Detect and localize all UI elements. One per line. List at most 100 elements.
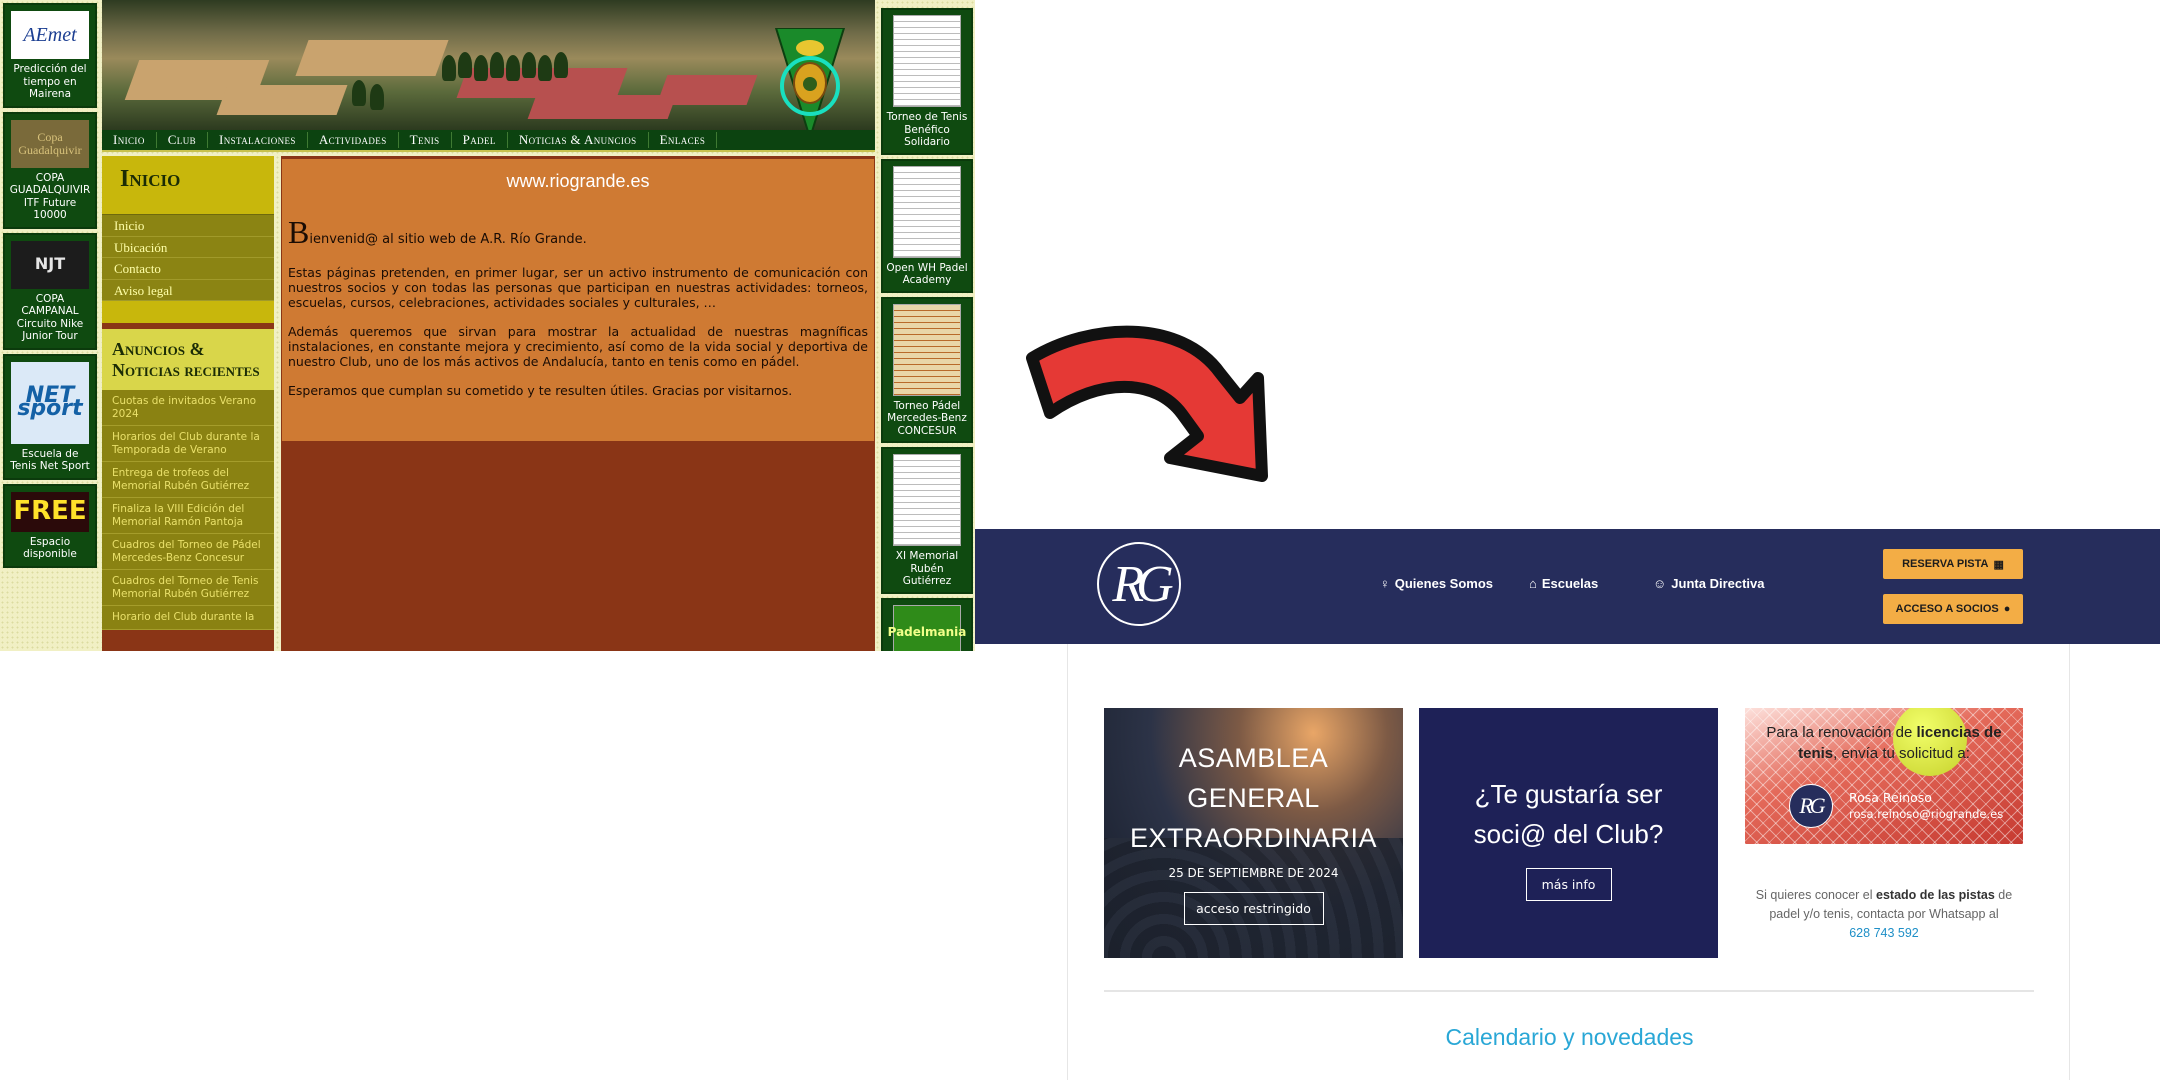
nav-inicio[interactable]: Inicio: [102, 132, 157, 148]
bracket-thumbnail: [893, 15, 961, 107]
mas-info-button[interactable]: más info: [1525, 868, 1612, 901]
nav-quienes-somos[interactable]: ♀ Quienes Somos: [1380, 576, 1493, 591]
news-heading: Anuncios & Noticias recientes: [112, 339, 260, 380]
sidebar-link-aviso-legal[interactable]: Aviso legal: [102, 280, 274, 301]
nav-label: Escuelas: [1541, 576, 1599, 591]
news-list: Cuotas de invitados Verano 2024 Horarios…: [102, 390, 274, 630]
news-item[interactable]: Entrega de trofeos del Memorial Rubén Gu…: [102, 462, 274, 498]
calendar-icon: ▦: [1993, 558, 2004, 571]
rg-mini-logo: RG: [1789, 784, 1833, 828]
asamblea-title: ASAMBLEA GENERAL EXTRAORDINARIA: [1104, 738, 1403, 858]
transition-arrow-icon: [1026, 325, 1268, 482]
title-line: ¿Te gustaría ser: [1474, 779, 1663, 809]
nav-padel[interactable]: Padel: [452, 132, 508, 148]
old-main-content: www.riogrande.es Bienvenid@ al sitio web…: [281, 156, 875, 651]
pistas-info: Si quieres conocer el estado de las pist…: [1745, 886, 2023, 943]
news-item[interactable]: Finaliza la VIII Edición del Memorial Ra…: [102, 498, 274, 534]
home-icon: ⌂: [1529, 576, 1537, 591]
news-item[interactable]: Cuadros del Torneo de Pádel Mercedes-Ben…: [102, 534, 274, 570]
contact-email[interactable]: rosa.reinoso@riogrande.es: [1849, 807, 2003, 821]
left-widget-column: AEmet Predicción del tiempo en Mairena C…: [3, 3, 97, 572]
whatsapp-phone-link[interactable]: 628 743 592: [1849, 926, 1919, 940]
net-sport-widget[interactable]: NET sport Escuela de Tenis Net Sport: [3, 353, 97, 480]
title-line: EXTRAORDINARIA: [1129, 823, 1378, 853]
bracket-thumbnail: [893, 165, 961, 258]
widget-caption: XI Memorial Rubén Gutiérrez: [895, 550, 959, 587]
info-text: Si quieres conocer el: [1755, 888, 1876, 902]
inicio-heading: Inicio: [120, 166, 181, 192]
socio-title: ¿Te gustaría ser soci@ del Club?: [1419, 774, 1718, 854]
torneo-benefico-widget[interactable]: Torneo de Tenis Benéfico Solidario: [881, 8, 973, 155]
welcome-text: ienvenid@ al sitio web de A.R. Río Grand…: [309, 232, 587, 247]
title-line: GENERAL: [1187, 783, 1320, 813]
news-item[interactable]: Cuadros del Torneo de Tenis Memorial Rub…: [102, 570, 274, 606]
widget-caption: COPA GUADALQUIVIR ITF Future 10000: [9, 171, 91, 222]
nav-escuelas[interactable]: ⌂ Escuelas: [1529, 576, 1598, 591]
acceso-socios-button[interactable]: ACCESO A SOCIOS ●: [1883, 594, 2023, 624]
calendario-heading: Calendario y novedades: [1445, 1024, 1694, 1050]
widget-caption: Torneo Pádel Mercedes-Benz CONCESUR: [887, 399, 967, 437]
aemet-logo: AEmet: [11, 11, 89, 59]
widget-caption: Espacio disponible: [23, 535, 77, 561]
aemet-widget[interactable]: AEmet Predicción del tiempo en Mairena: [3, 3, 97, 108]
widget-caption: Escuela de Tenis Net Sport: [10, 447, 90, 473]
copa-guadalquivir-widget[interactable]: Copa Guadalquivir COPA GUADALQUIVIR ITF …: [3, 111, 97, 229]
club-crest-icon: [774, 28, 846, 138]
net-sport-logo: NET sport: [11, 361, 89, 444]
njt-logo: NJT: [11, 240, 89, 289]
drop-cap: B: [288, 214, 310, 250]
nav-club[interactable]: Club: [157, 132, 209, 148]
sidebar-link-ubicacion[interactable]: Ubicación: [102, 237, 274, 258]
open-wh-widget[interactable]: Open WH Padel Academy: [881, 158, 973, 293]
rg-logo[interactable]: RG: [1097, 542, 1181, 626]
nav-instalaciones[interactable]: Instalaciones: [208, 132, 308, 148]
text-part: , envía tu solicitud a:: [1833, 745, 1970, 762]
title-line: ASAMBLEA: [1178, 743, 1329, 773]
old-website-screenshot: AEmet Predicción del tiempo en Mairena C…: [0, 0, 975, 651]
button-label: ACCESO A SOCIOS: [1895, 603, 1999, 615]
old-sidebar: Inicio Inicio Ubicación Contacto Aviso l…: [102, 156, 274, 651]
document-thumbnail: [893, 454, 961, 546]
asamblea-date: 25 DE SEPTIEMBRE DE 2024: [1168, 866, 1339, 880]
copa-guadalquivir-logo: Copa Guadalquivir: [11, 119, 89, 168]
sidebar-link-contacto[interactable]: Contacto: [102, 258, 274, 280]
mercedes-padel-widget[interactable]: Torneo Pádel Mercedes-Benz CONCESUR: [881, 296, 973, 443]
news-item[interactable]: Horarios del Club durante la Temporada d…: [102, 426, 274, 462]
widget-caption: Torneo de Tenis Benéfico Solidario: [886, 111, 968, 148]
site-url-heading: www.riogrande.es: [506, 171, 650, 191]
nav-junta-directiva[interactable]: ☺ Junta Directiva: [1653, 576, 1764, 591]
reserva-pista-button[interactable]: RESERVA PISTA ▦: [1883, 549, 2023, 579]
sidebar-link-inicio[interactable]: Inicio: [102, 215, 274, 237]
old-main-nav: Inicio Club Instalaciones Actividades Te…: [102, 130, 875, 152]
free-badge: FREE: [11, 491, 89, 532]
poster-thumbnail: [893, 303, 961, 396]
padelmania-widget[interactable]: Padelmania: [881, 597, 973, 651]
nav-enlaces[interactable]: Enlaces: [649, 132, 718, 148]
right-widget-column: Torneo de Tenis Benéfico Solidario Open …: [881, 8, 973, 651]
nav-label: Quienes Somos: [1394, 576, 1493, 591]
info-bold: estado de las pistas: [1876, 888, 1995, 902]
nav-actividades[interactable]: Actividades: [308, 132, 399, 148]
welcome-line: Bienvenid@ al sitio web de A.R. Río Gran…: [288, 216, 868, 248]
free-space-widget[interactable]: FREE Espacio disponible: [3, 483, 97, 568]
nav-label: Junta Directiva: [1671, 576, 1765, 591]
news-item[interactable]: Horario del Club durante la: [102, 606, 274, 630]
intro-paragraph-2: Además queremos que sirvan para mostrar …: [288, 324, 868, 369]
licencias-text: Para la renovación de licencias de tenis…: [1755, 722, 2013, 764]
memorial-widget[interactable]: XI Memorial Rubén Gutiérrez: [881, 447, 973, 594]
text-part: Para la renovación de: [1766, 724, 1917, 741]
acceso-restringido-button[interactable]: acceso restringido: [1183, 892, 1324, 925]
intro-paragraph-1: Estas páginas pretenden, en primer lugar…: [288, 265, 868, 310]
user-icon: ♀: [1380, 576, 1390, 591]
hazte-socio-card: ¿Te gustaría ser soci@ del Club? más inf…: [1419, 708, 1718, 958]
nav-tenis[interactable]: Tenis: [399, 132, 452, 148]
widget-caption: Predicción del tiempo en Mairena: [13, 63, 87, 100]
nav-noticias[interactable]: Noticias & Anuncios: [508, 132, 649, 148]
button-label: RESERVA PISTA: [1902, 558, 1989, 570]
asamblea-card: ASAMBLEA GENERAL EXTRAORDINARIA 25 DE SE…: [1104, 708, 1403, 958]
nike-junior-tour-widget[interactable]: NJT COPA CAMPANAL Circuito Nike Junior T…: [3, 232, 97, 350]
section-divider: [1104, 990, 2034, 992]
user-icon: ●: [2003, 603, 2011, 615]
news-item[interactable]: Cuotas de invitados Verano 2024: [102, 390, 274, 426]
licencias-card[interactable]: Para la renovación de licencias de tenis…: [1745, 708, 2023, 844]
